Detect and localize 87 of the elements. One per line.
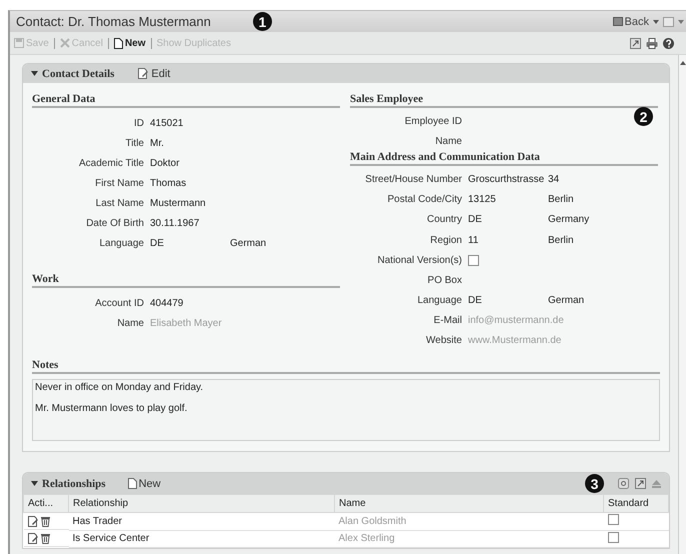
column-header[interactable]: Name [334, 494, 604, 513]
field-label: Employee ID [404, 116, 463, 127]
field-label: Name [434, 136, 463, 147]
caret-icon[interactable] [678, 20, 684, 24]
cancel-icon [60, 38, 70, 48]
callout-marker: 1 [252, 12, 272, 31]
new-button[interactable]: New [114, 38, 146, 48]
field-label: ID [133, 118, 145, 128]
field-value: 13125 [468, 194, 497, 206]
section-heading: Sales Employee [350, 93, 658, 108]
field-label: Name [116, 318, 145, 328]
field-label: E-Mail [432, 315, 463, 326]
section-toggle[interactable]: Contact Details [31, 68, 114, 80]
table-cell: Alex Sterling [334, 530, 604, 548]
checkbox[interactable] [468, 254, 479, 266]
scroll-up-icon[interactable] [680, 61, 686, 65]
help-icon[interactable] [663, 38, 674, 48]
section-heading: General Data [32, 93, 340, 108]
field-label: PO Box [426, 274, 463, 286]
new-button[interactable]: New [128, 478, 161, 490]
notes-field[interactable]: Never in office on Monday and Friday. Mr. Mustermann loves to play golf. [32, 379, 660, 442]
section-heading: Work [32, 273, 340, 288]
callout-marker: 2 [634, 107, 653, 126]
callout-marker: 3 [585, 474, 604, 494]
table-cell: Is Service Center [68, 530, 334, 548]
trash-icon[interactable] [40, 532, 50, 544]
field-value: Groscurthstrasse [468, 174, 546, 185]
field-value: 415021 [150, 118, 184, 128]
trash-icon[interactable] [40, 516, 50, 527]
field-label: Academic Title [78, 158, 145, 168]
caret-icon [31, 71, 38, 76]
column-header[interactable]: Standard [604, 494, 668, 513]
column-header[interactable]: Relationship [68, 494, 334, 513]
settings-icon[interactable] [618, 478, 629, 490]
field-value: 30.11.1967 [150, 218, 200, 228]
field-label: Account ID [94, 298, 145, 308]
edit-icon [138, 68, 150, 79]
field-label: Postal Code/City [386, 194, 463, 206]
save-icon [14, 38, 24, 48]
field-label: Region [429, 234, 463, 246]
field-value: German [230, 238, 266, 248]
field-label: Website [425, 335, 463, 346]
field-value: DE [468, 295, 483, 306]
window-title: Contact: Dr. Thomas Mustermann [16, 14, 211, 29]
page-icon [114, 38, 123, 48]
window-icon [612, 17, 623, 26]
field-value: Mr. [150, 138, 165, 148]
field-value: Berlin [548, 234, 574, 246]
field-value: Thomas [150, 178, 188, 188]
expand-icon[interactable] [635, 478, 646, 490]
field-label: Last Name [94, 198, 145, 208]
field-label: Street/House Number [364, 174, 463, 185]
field-value: DE [468, 214, 483, 226]
field-label: Language [416, 295, 463, 306]
checkbox[interactable] [608, 514, 618, 526]
printer-icon[interactable] [646, 38, 658, 48]
expand-icon[interactable] [630, 38, 641, 48]
field-label: National Version(s) [376, 254, 463, 266]
edit-icon[interactable] [28, 516, 38, 527]
field-label: Date Of Birth [85, 218, 145, 228]
field-value: German [548, 295, 584, 306]
field-label: Language [98, 238, 145, 248]
section-heading: Notes [32, 359, 660, 374]
field-label: First Name [94, 178, 145, 188]
field-value: Germany [548, 214, 590, 226]
caret-icon [31, 481, 38, 486]
edit-icon[interactable] [28, 532, 38, 544]
field-value: Berlin [548, 194, 574, 206]
back-button[interactable]: Back [612, 16, 649, 28]
page-icon [128, 478, 137, 490]
field-value: DE [150, 238, 165, 248]
caret-icon[interactable] [653, 20, 659, 24]
scrollbar[interactable] [678, 55, 686, 554]
section-toggle[interactable]: Relationships [31, 478, 106, 490]
field-value: 11 [468, 234, 480, 246]
checkbox[interactable] [608, 532, 618, 543]
section-heading: Main Address and Communication Data [350, 151, 658, 166]
table-cell: Has Trader [68, 512, 334, 530]
field-value: Mustermann [150, 198, 207, 208]
field-value: Doktor [150, 158, 180, 168]
field-label: Title [124, 138, 145, 148]
field-value: 404479 [150, 298, 184, 308]
column-header[interactable]: Acti... [24, 494, 68, 513]
table-cell: Alan Goldsmith [334, 512, 604, 530]
field-label: Country [426, 214, 463, 226]
edit-button[interactable]: Edit [138, 68, 170, 80]
field-value: 34 [548, 174, 560, 185]
